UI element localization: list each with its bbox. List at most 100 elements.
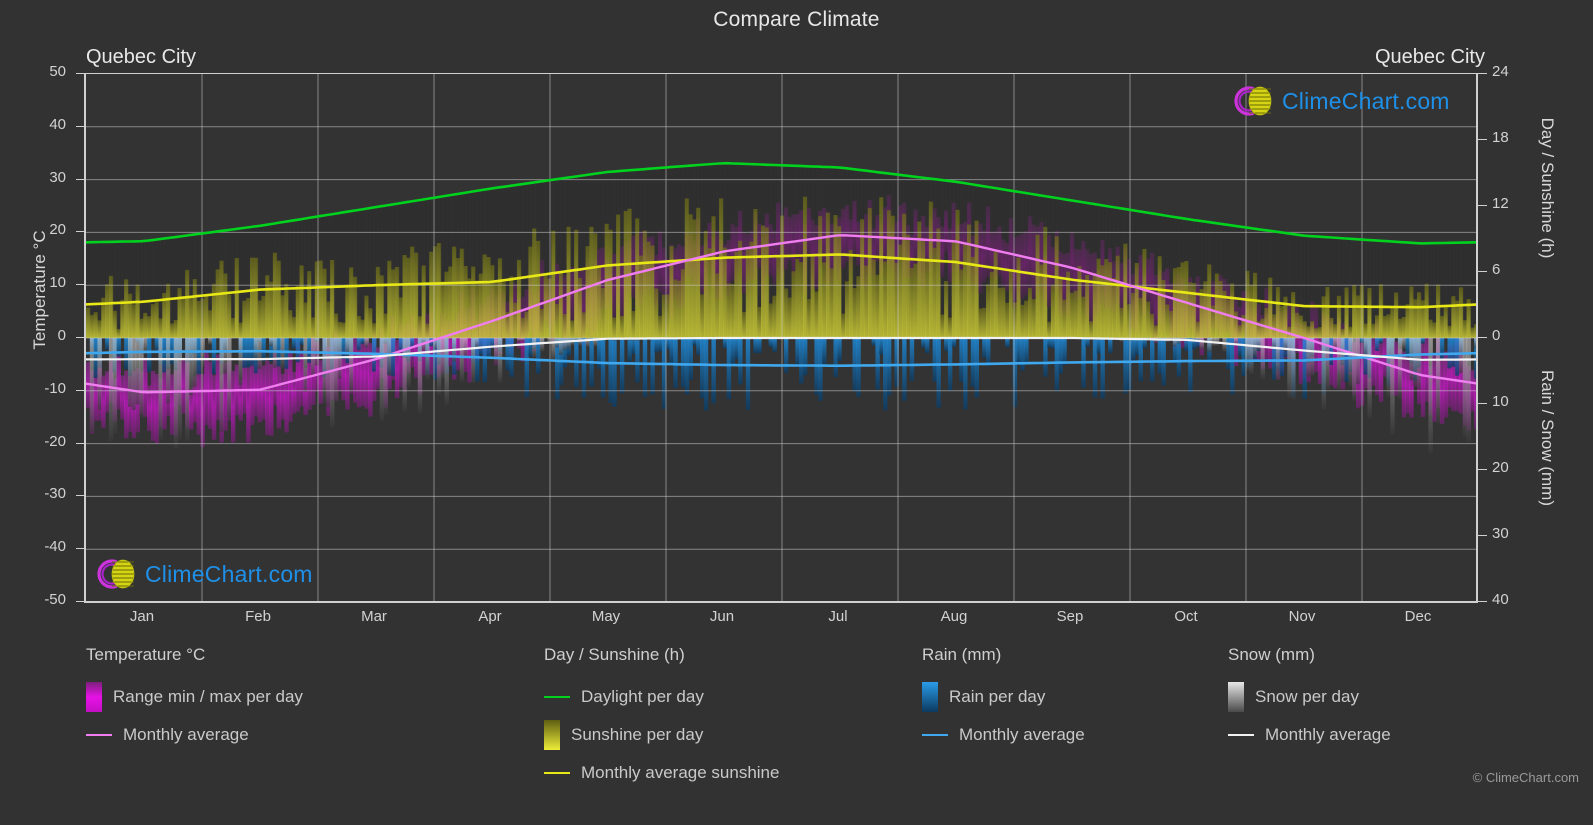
legend-item-label: Monthly average sunshine: [581, 763, 780, 782]
legend-group-title: Snow (mm): [1228, 645, 1315, 664]
legend-swatch-line: [544, 696, 570, 698]
legend-swatch-line: [544, 772, 570, 774]
y-tick-mark: [76, 601, 85, 602]
city-label-right: Quebec City: [1374, 46, 1485, 68]
copyright-notice: © ClimeChart.com: [1472, 770, 1579, 785]
y-tick-mark: [1478, 337, 1487, 338]
y-tick-mark: [76, 548, 85, 550]
x-axis-line: [84, 601, 1478, 603]
legend-item-label: Snow per day: [1255, 687, 1359, 706]
x-tick-jul: Jul: [828, 608, 848, 625]
y-axis-right-top-label: Day / Sunshine (h): [1538, 117, 1557, 259]
y-tick-left: -30: [44, 485, 66, 503]
legend-item[interactable]: Rain per day: [922, 678, 1085, 716]
y-tick-mark: [76, 178, 85, 180]
legend-group-temperature-c: Temperature °C Range min / max per day Mon…: [86, 645, 303, 754]
climechart-logo-icon: [1234, 85, 1272, 117]
y-tick-mark: [76, 389, 85, 391]
x-tick-jan: Jan: [129, 608, 155, 625]
y-tick-mark: [1478, 535, 1487, 536]
legend-swatch-box: [544, 720, 560, 750]
legend-group-rain-mm: Rain (mm) Rain per day Monthly average: [922, 645, 1085, 754]
y-tick-mark: [1478, 469, 1487, 470]
y-tick-left: 40: [49, 115, 66, 133]
x-tick-jun: Jun: [709, 608, 735, 625]
page-title: Compare Climate: [713, 8, 880, 31]
y-tick-mark: [1478, 73, 1487, 74]
legend-item-label: Daylight per day: [581, 687, 704, 706]
legend-item-label: Monthly average: [123, 725, 249, 744]
legend-swatch-line: [1228, 734, 1254, 736]
y-tick-right-bottom: 40: [1492, 591, 1509, 608]
y-tick-left: -20: [44, 432, 66, 450]
legend-item-label: Rain per day: [949, 687, 1046, 706]
y-tick-mark: [76, 125, 85, 127]
x-tick-sep: Sep: [1056, 608, 1084, 625]
legend-item[interactable]: Monthly average: [922, 716, 1085, 754]
y-tick-right-top: 0: [1492, 327, 1501, 344]
climechart-logo-icon: [97, 558, 135, 590]
y-axis-right-bottom-label: Rain / Snow (mm): [1538, 369, 1557, 507]
legend-item[interactable]: Range min / max per day: [86, 678, 303, 716]
legend-group-title: Temperature °C: [86, 645, 206, 664]
climechart-logo-top[interactable]: ClimeChart.com: [1232, 80, 1450, 122]
y-tick-right-bottom: 30: [1492, 525, 1509, 542]
legend-group-title: Day / Sunshine (h): [544, 645, 685, 664]
x-tick-aug: Aug: [940, 608, 968, 625]
y-tick-mark: [76, 337, 85, 338]
x-tick-nov: Nov: [1288, 608, 1316, 625]
legend-swatch-box: [86, 682, 102, 712]
y-tick-right-top: 18: [1492, 129, 1509, 146]
y-tick-right-bottom: 10: [1492, 393, 1509, 410]
y-tick-left: -40: [44, 538, 66, 556]
legend-item[interactable]: Monthly average sunshine: [544, 754, 779, 792]
legend-swatch-line: [922, 734, 948, 736]
y-tick-mark: [76, 284, 85, 286]
y-tick-mark: [1478, 271, 1487, 272]
y-tick-mark: [76, 495, 85, 497]
legend-item[interactable]: Monthly average: [1228, 716, 1391, 754]
y-tick-left: -10: [44, 379, 66, 397]
legend-item-label: Range min / max per day: [113, 687, 303, 706]
chart-legend: Temperature °C Range min / max per day Mon…: [0, 645, 1593, 825]
y-tick-mark: [76, 442, 85, 444]
legend-item-label: Sunshine per day: [571, 725, 704, 744]
legend-swatch-box: [922, 682, 938, 712]
y-tick-left: 50: [49, 63, 66, 80]
y-tick-left: -50: [44, 591, 66, 608]
y-tick-mark: [1478, 601, 1487, 602]
y-tick-right-top: 6: [1492, 261, 1501, 278]
legend-item-label: Monthly average: [959, 725, 1085, 744]
y-tick-right-top: 12: [1492, 195, 1509, 212]
x-tick-mar: Mar: [361, 608, 387, 625]
y-tick-right-bottom: 20: [1492, 459, 1509, 476]
climechart-logo-bottom[interactable]: ClimeChart.com: [95, 553, 313, 595]
climechart-logo-text: ClimeChart.com: [145, 560, 313, 587]
right-axis-line: [1476, 73, 1478, 603]
y-tick-mark: [1478, 205, 1487, 206]
y-axis-left-label: Temperature °C: [30, 230, 49, 350]
legend-item[interactable]: Monthly average: [86, 716, 303, 754]
x-tick-dec: Dec: [1404, 608, 1432, 625]
legend-swatch-line: [86, 734, 112, 736]
legend-item[interactable]: Snow per day: [1228, 678, 1391, 716]
y-tick-mark: [1478, 403, 1487, 404]
legend-group-snow-mm: Snow (mm) Snow per day Monthly average: [1228, 645, 1391, 754]
legend-group-day-sunshine-h: Day / Sunshine (h) Daylight per day Sunshi…: [544, 645, 779, 792]
legend-item[interactable]: Sunshine per day: [544, 716, 779, 754]
y-tick-left: 30: [49, 168, 66, 186]
x-tick-feb: Feb: [245, 608, 271, 625]
y-tick-mark: [1478, 139, 1487, 140]
x-tick-oct: Oct: [1174, 608, 1198, 625]
city-label-left: Quebec City: [86, 46, 197, 68]
climate-plot[interactable]: [84, 73, 1478, 602]
legend-item[interactable]: Daylight per day: [544, 678, 779, 716]
legend-group-title: Rain (mm): [922, 645, 1002, 664]
y-tick-mark: [76, 231, 85, 233]
legend-swatch-box: [1228, 682, 1244, 712]
y-tick-right-top: 24: [1492, 63, 1509, 80]
plot-canvas: [86, 74, 1478, 602]
y-tick-mark: [76, 73, 85, 74]
legend-item-label: Monthly average: [1265, 725, 1391, 744]
x-tick-may: May: [591, 608, 621, 625]
